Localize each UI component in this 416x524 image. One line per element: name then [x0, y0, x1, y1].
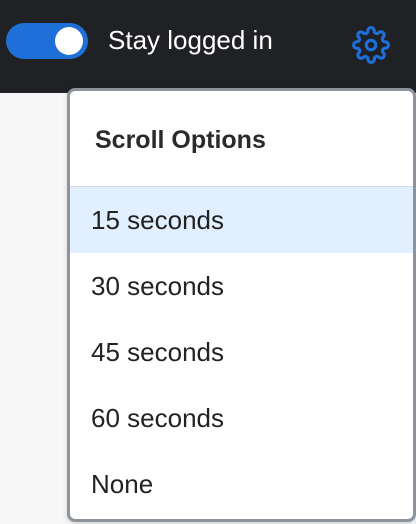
option-15-seconds[interactable]: 15 seconds: [70, 187, 413, 253]
option-none[interactable]: None: [70, 451, 413, 517]
scroll-options-list: 15 seconds 30 seconds 45 seconds 60 seco…: [70, 187, 413, 517]
scroll-options-dropdown: Scroll Options 15 seconds 30 seconds 45 …: [67, 88, 416, 522]
stay-logged-in-label: Stay logged in: [108, 25, 273, 55]
stay-logged-in-toggle[interactable]: [6, 23, 88, 59]
option-60-seconds[interactable]: 60 seconds: [70, 385, 413, 451]
option-30-seconds[interactable]: 30 seconds: [70, 253, 413, 319]
toggle-knob: [55, 27, 83, 55]
top-bar: Stay logged in: [0, 0, 416, 93]
option-45-seconds[interactable]: 45 seconds: [70, 319, 413, 385]
dropdown-title: Scroll Options: [95, 126, 266, 154]
gear-icon[interactable]: [352, 26, 390, 64]
